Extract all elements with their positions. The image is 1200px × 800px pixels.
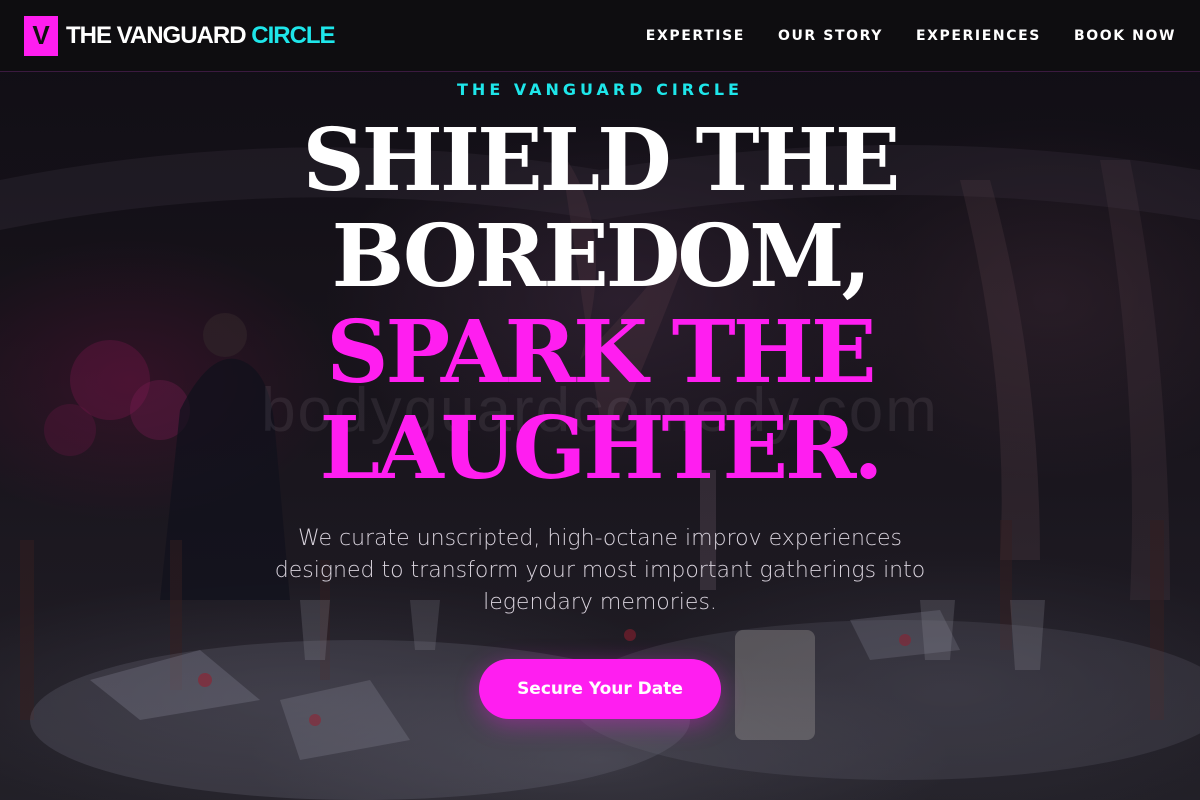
nav-link-experiences[interactable]: EXPERIENCES	[916, 28, 1041, 44]
headline-line-4: LAUGHTER.	[319, 398, 884, 499]
hero-subcopy: We curate unscripted, high-octane improv…	[274, 526, 926, 615]
nav-item-our-story: OUR STORY	[778, 27, 883, 45]
nav-link-book-now[interactable]: BOOK NOW	[1074, 28, 1176, 44]
brand-name: THE VANGUARD CIRCLE	[66, 21, 336, 50]
secure-your-date-button[interactable]: Secure Your Date	[479, 659, 721, 719]
nav-item-book-now: BOOK NOW	[1074, 27, 1176, 45]
nav-item-expertise: EXPERTISE	[646, 27, 745, 45]
brand-logo-mark: V	[24, 15, 58, 56]
headline-line-1: SHIELD THE	[302, 110, 901, 211]
brand-logo-link[interactable]: V THE VANGUARD CIRCLE	[24, 15, 336, 56]
brand-name-main: THE VANGUARD	[66, 21, 252, 49]
brand-name-accent: CIRCLE	[251, 21, 335, 49]
nav-link-our-story[interactable]: OUR STORY	[778, 28, 883, 44]
nav-item-experiences: EXPERIENCES	[916, 27, 1041, 45]
nav-list: EXPERTISE OUR STORY EXPERIENCES BOOK NOW	[646, 27, 1176, 45]
hero-eyebrow: THE VANGUARD CIRCLE	[457, 80, 743, 99]
hero-section: THE VANGUARD CIRCLE SHIELD THE BOREDOM, …	[0, 72, 1200, 719]
hero-headline: SHIELD THE BOREDOM, SPARK THE LAUGHTER.	[220, 113, 980, 497]
site-header: V THE VANGUARD CIRCLE EXPERTISE OUR STOR…	[0, 0, 1200, 72]
main-navigation: EXPERTISE OUR STORY EXPERIENCES BOOK NOW	[646, 27, 1176, 45]
headline-line-2: BOREDOM,	[331, 206, 872, 307]
nav-link-expertise[interactable]: EXPERTISE	[646, 28, 745, 44]
headline-line-3: SPARK THE	[326, 302, 876, 403]
